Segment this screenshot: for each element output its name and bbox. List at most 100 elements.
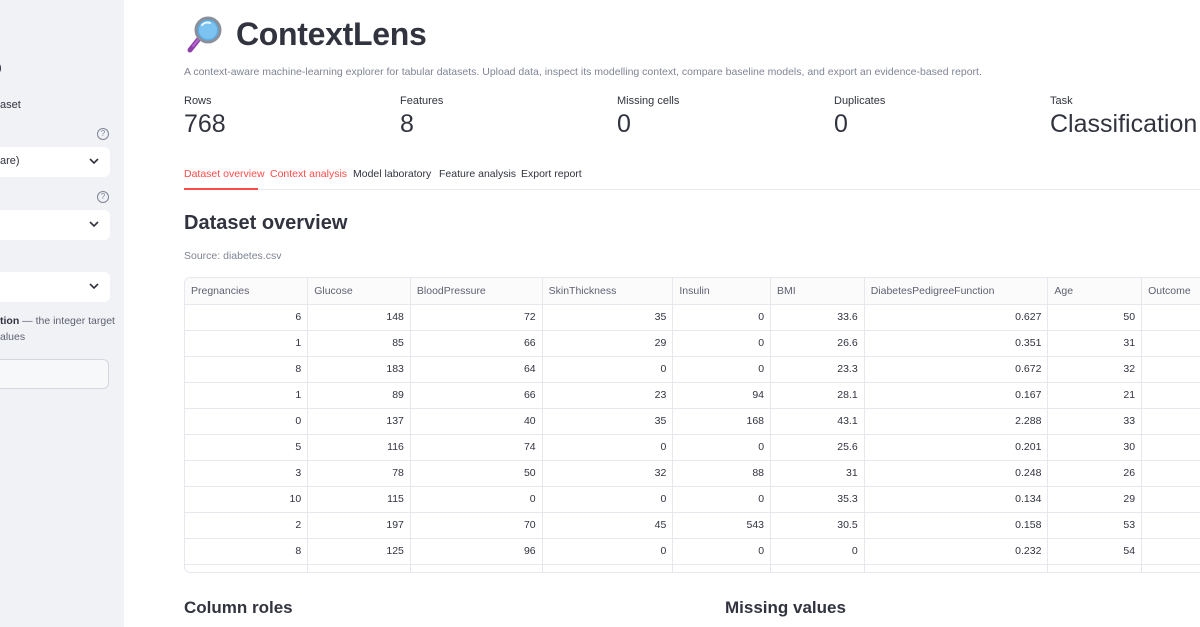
table-cell[interactable]: 32 bbox=[542, 460, 674, 487]
column-header[interactable]: DiabetesPedigreeFunction bbox=[864, 278, 1049, 305]
table-cell[interactable]: 183 bbox=[307, 356, 411, 383]
table-cell[interactable] bbox=[307, 564, 411, 572]
column-header[interactable]: Pregnancies bbox=[185, 278, 309, 305]
table-cell[interactable]: 0 bbox=[410, 486, 543, 513]
table-cell[interactable]: 78 bbox=[307, 460, 411, 487]
table-cell[interactable]: 74 bbox=[410, 434, 543, 461]
table-cell[interactable]: 43.1 bbox=[770, 408, 865, 435]
table-cell[interactable]: 66 bbox=[410, 382, 543, 409]
table-cell[interactable]: 31 bbox=[1047, 330, 1143, 357]
table-cell[interactable]: 50 bbox=[410, 460, 543, 487]
table-cell[interactable]: 2 bbox=[185, 512, 309, 539]
table-cell[interactable]: 137 bbox=[307, 408, 411, 435]
table-cell[interactable]: 26.6 bbox=[770, 330, 865, 357]
table-cell[interactable]: 29 bbox=[1047, 486, 1143, 513]
data-table[interactable]: Pregnancies Glucose BloodPressure SkinThick… bbox=[184, 277, 1200, 573]
table-cell[interactable]: 0 bbox=[672, 434, 772, 461]
column-header[interactable]: BloodPressure bbox=[410, 278, 543, 305]
column-header[interactable]: Outcome bbox=[1141, 278, 1200, 305]
table-cell[interactable] bbox=[410, 564, 543, 572]
table-cell[interactable]: 53 bbox=[1047, 512, 1143, 539]
table-cell[interactable]: 72 bbox=[410, 304, 543, 331]
table-cell[interactable]: 21 bbox=[1047, 382, 1143, 409]
table-cell[interactable]: 31 bbox=[770, 460, 865, 487]
table-cell[interactable]: 5 bbox=[185, 434, 309, 461]
table-cell[interactable] bbox=[1141, 330, 1200, 357]
table-cell[interactable] bbox=[542, 564, 674, 572]
sidebar-select-3[interactable] bbox=[0, 272, 110, 302]
table-cell[interactable]: 115 bbox=[307, 486, 411, 513]
table-cell[interactable]: 35 bbox=[542, 304, 674, 331]
table-cell[interactable]: 8 bbox=[185, 538, 309, 565]
table-cell[interactable] bbox=[1141, 408, 1200, 435]
table-cell[interactable]: 54 bbox=[1047, 538, 1143, 565]
table-cell[interactable]: 0.351 bbox=[864, 330, 1049, 357]
table-cell[interactable] bbox=[185, 564, 309, 572]
table-cell[interactable] bbox=[1141, 356, 1200, 383]
sidebar-select-2[interactable] bbox=[0, 210, 110, 240]
table-cell[interactable]: 94 bbox=[672, 382, 772, 409]
table-cell[interactable]: 25.6 bbox=[770, 434, 865, 461]
table-cell[interactable]: 33 bbox=[1047, 408, 1143, 435]
table-cell[interactable]: 85 bbox=[307, 330, 411, 357]
help-icon[interactable]: ? bbox=[97, 191, 109, 203]
table-cell[interactable]: 8 bbox=[185, 356, 309, 383]
table-cell[interactable]: 66 bbox=[410, 330, 543, 357]
table-cell[interactable]: 3 bbox=[185, 460, 309, 487]
table-cell[interactable]: 6 bbox=[185, 304, 309, 331]
table-cell[interactable]: 26 bbox=[1047, 460, 1143, 487]
table-cell[interactable] bbox=[1141, 460, 1200, 487]
table-cell[interactable]: 33.6 bbox=[770, 304, 865, 331]
table-cell[interactable]: 148 bbox=[307, 304, 411, 331]
table-cell[interactable] bbox=[1141, 564, 1200, 572]
table-cell[interactable] bbox=[1141, 434, 1200, 461]
table-cell[interactable]: 0.158 bbox=[864, 512, 1049, 539]
sidebar-select-1[interactable]: are) bbox=[0, 147, 110, 177]
table-cell[interactable]: 10 bbox=[185, 486, 309, 513]
table-cell[interactable]: 45 bbox=[542, 512, 674, 539]
table-cell[interactable] bbox=[672, 564, 772, 572]
table-cell[interactable]: 0.248 bbox=[864, 460, 1049, 487]
table-cell[interactable]: 0.672 bbox=[864, 356, 1049, 383]
table-cell[interactable]: 168 bbox=[672, 408, 772, 435]
table-cell[interactable]: 30 bbox=[1047, 434, 1143, 461]
table-cell[interactable]: 125 bbox=[307, 538, 411, 565]
column-header[interactable]: Glucose bbox=[307, 278, 411, 305]
table-cell[interactable]: 0 bbox=[185, 408, 309, 435]
table-cell[interactable] bbox=[1141, 382, 1200, 409]
table-cell[interactable] bbox=[1141, 538, 1200, 565]
table-cell[interactable]: 28.1 bbox=[770, 382, 865, 409]
table-cell[interactable]: 0.167 bbox=[864, 382, 1049, 409]
table-cell[interactable]: 50 bbox=[1047, 304, 1143, 331]
table-cell[interactable]: 0.232 bbox=[864, 538, 1049, 565]
table-cell[interactable]: 1 bbox=[185, 382, 309, 409]
table-cell[interactable]: 0 bbox=[672, 330, 772, 357]
table-cell[interactable]: 64 bbox=[410, 356, 543, 383]
table-cell[interactable]: 2.288 bbox=[864, 408, 1049, 435]
table-cell[interactable]: 0 bbox=[672, 356, 772, 383]
table-cell[interactable]: 0 bbox=[770, 538, 865, 565]
column-header[interactable]: SkinThickness bbox=[542, 278, 674, 305]
table-cell[interactable]: 0 bbox=[672, 304, 772, 331]
table-cell[interactable]: 0.201 bbox=[864, 434, 1049, 461]
table-cell[interactable]: 70 bbox=[410, 512, 543, 539]
table-cell[interactable]: 0 bbox=[672, 486, 772, 513]
table-cell[interactable]: 0.134 bbox=[864, 486, 1049, 513]
table-cell[interactable] bbox=[1141, 486, 1200, 513]
table-cell[interactable]: 89 bbox=[307, 382, 411, 409]
table-cell[interactable] bbox=[1047, 564, 1143, 572]
table-cell[interactable]: 35 bbox=[542, 408, 674, 435]
table-cell[interactable]: 23 bbox=[542, 382, 674, 409]
table-cell[interactable]: 96 bbox=[410, 538, 543, 565]
table-cell[interactable]: 116 bbox=[307, 434, 411, 461]
table-cell[interactable] bbox=[1141, 304, 1200, 331]
table-cell[interactable]: 543 bbox=[672, 512, 772, 539]
table-cell[interactable]: 29 bbox=[542, 330, 674, 357]
column-header[interactable]: BMI bbox=[770, 278, 865, 305]
tab-context-analysis[interactable]: Context analysis bbox=[270, 168, 347, 180]
table-cell[interactable]: 30.5 bbox=[770, 512, 865, 539]
table-cell[interactable]: 23.3 bbox=[770, 356, 865, 383]
table-cell[interactable] bbox=[1141, 512, 1200, 539]
column-header[interactable]: Insulin bbox=[672, 278, 772, 305]
table-cell[interactable]: 0 bbox=[542, 538, 674, 565]
